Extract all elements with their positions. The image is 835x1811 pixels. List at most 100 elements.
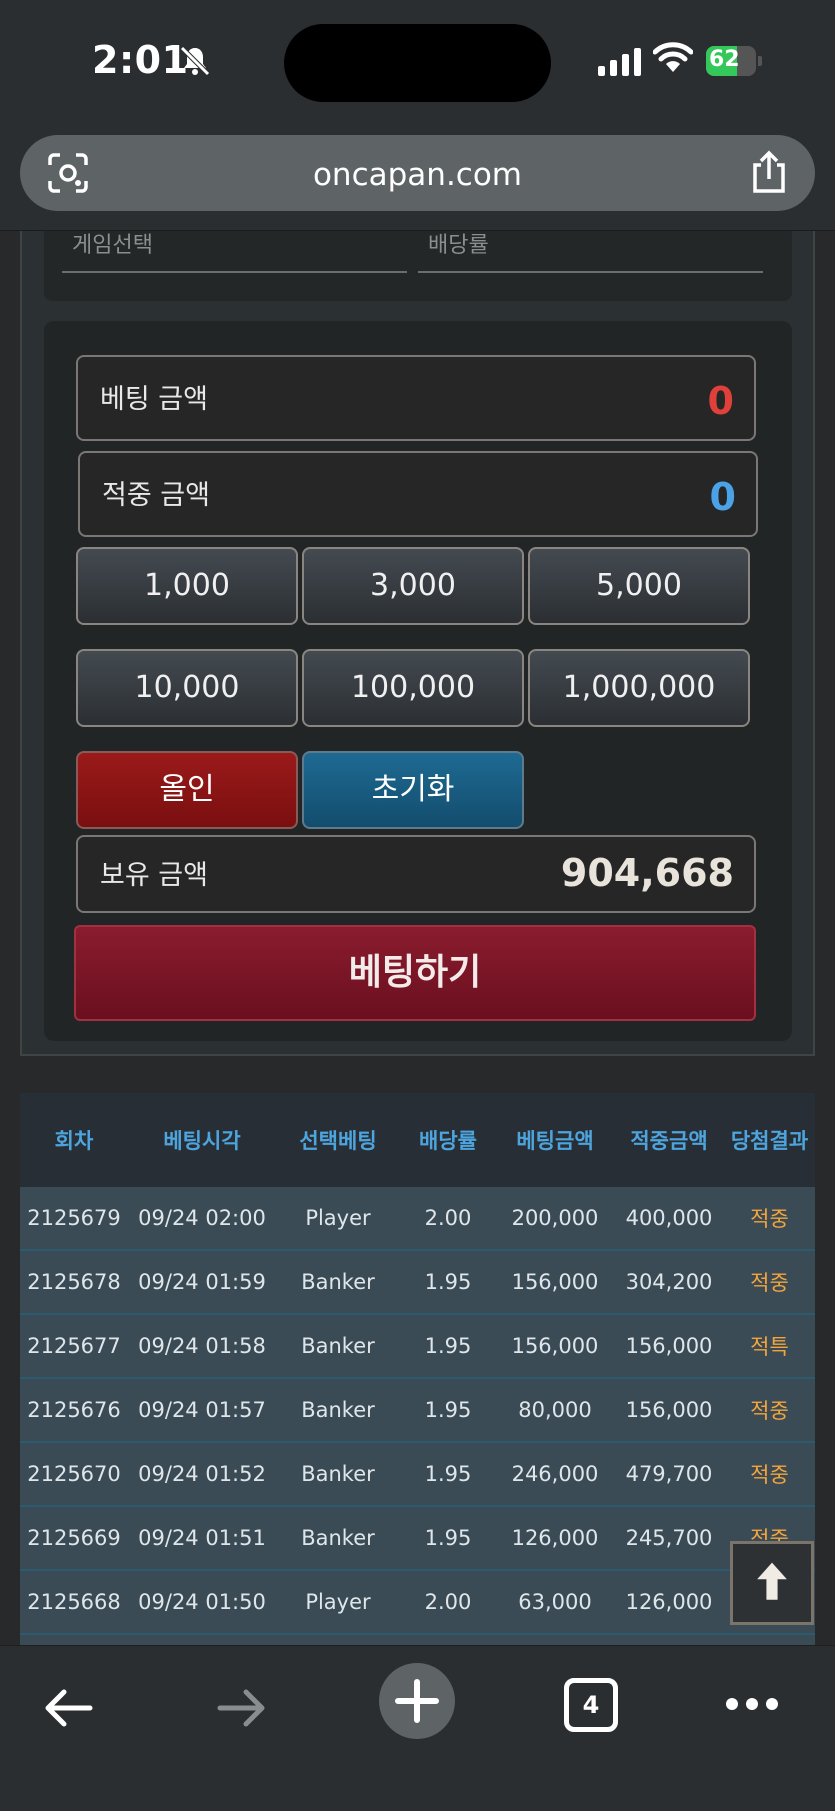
arrow-up-icon bbox=[757, 1562, 787, 1600]
browser-toolbar: 4 bbox=[0, 1645, 835, 1811]
back-icon[interactable] bbox=[40, 1686, 96, 1730]
cell-win-amount: 245,700 bbox=[625, 1526, 713, 1550]
betting-panel: 게임선택 배당률 베팅 금액 0 적중 금액 0 1,000 3,000 5,0… bbox=[20, 231, 815, 1056]
reset-button[interactable]: 초기화 bbox=[302, 751, 524, 829]
tabs-button[interactable]: 4 bbox=[564, 1678, 618, 1732]
cell-win-amount: 126,000 bbox=[625, 1590, 713, 1614]
cell-selection: Banker bbox=[301, 1398, 375, 1422]
cell-bet-amount: 156,000 bbox=[511, 1334, 599, 1358]
col-bet-time: 베팅시각 bbox=[163, 1129, 241, 1153]
cell-odds: 1.95 bbox=[424, 1526, 472, 1550]
cell-result: 적중 bbox=[750, 1463, 789, 1487]
address-bar[interactable]: oncapan.com bbox=[20, 135, 815, 211]
bet-slip: 베팅 금액 0 적중 금액 0 1,000 3,000 5,000 10,000… bbox=[44, 321, 792, 1041]
place-bet-button[interactable]: 베팅하기 bbox=[74, 925, 756, 1021]
cell-win-amount: 156,000 bbox=[625, 1334, 713, 1358]
cell-selection: Banker bbox=[301, 1526, 375, 1550]
cell-round: 2125668 bbox=[27, 1590, 121, 1614]
share-icon[interactable] bbox=[749, 149, 789, 195]
cell-selection: Banker bbox=[301, 1334, 375, 1358]
table-row: 2125676 09/24 01:57 Banker 1.95 80,000 156,00… bbox=[20, 1379, 815, 1443]
cell-round: 2125677 bbox=[27, 1334, 121, 1358]
cellular-signal-icon bbox=[598, 46, 641, 76]
odds-field[interactable]: 배당률 bbox=[418, 233, 763, 273]
cell-win-amount: 304,200 bbox=[625, 1270, 713, 1294]
win-amount-value: 0 bbox=[709, 475, 736, 519]
new-tab-icon[interactable] bbox=[378, 1662, 456, 1740]
col-selection: 선택베팅 bbox=[299, 1129, 377, 1153]
game-select-label: 게임선택 bbox=[72, 233, 153, 258]
balance-box: 보유 금액 904,668 bbox=[76, 835, 756, 913]
col-win-amount: 적중금액 bbox=[630, 1129, 708, 1153]
cell-odds: 1.95 bbox=[424, 1398, 472, 1422]
win-amount-label: 적중 금액 bbox=[102, 480, 210, 511]
cell-odds: 2.00 bbox=[424, 1206, 472, 1230]
cell-selection: Banker bbox=[301, 1462, 375, 1486]
browser-address-area: oncapan.com bbox=[0, 125, 835, 231]
win-amount-box: 적중 금액 0 bbox=[78, 451, 758, 537]
col-round: 회차 bbox=[54, 1129, 94, 1153]
cell-win-amount: 400,000 bbox=[625, 1206, 713, 1230]
bet-amount-box: 베팅 금액 0 bbox=[76, 355, 756, 441]
odds-label: 배당률 bbox=[428, 233, 489, 258]
cell-win-amount: 156,000 bbox=[625, 1398, 713, 1422]
cell-selection: Player bbox=[305, 1590, 371, 1614]
cell-bet-time: 09/24 01:57 bbox=[138, 1398, 266, 1422]
cell-bet-time: 09/24 02:00 bbox=[138, 1206, 266, 1230]
battery-icon: 62 bbox=[706, 46, 762, 76]
cell-bet-time: 09/24 01:52 bbox=[138, 1462, 266, 1486]
chip-button-5000[interactable]: 5,000 bbox=[528, 547, 750, 625]
cell-bet-amount: 63,000 bbox=[518, 1590, 592, 1614]
table-row: 2125679 09/24 02:00 Player 2.00 200,000 400,0… bbox=[20, 1187, 815, 1251]
table-row: 2125668 09/24 01:50 Player 2.00 63,000 126,00… bbox=[20, 1571, 815, 1635]
bet-history-table: 회차 베팅시각 선택베팅 배당률 베팅금액 적중금액 당첨결과 2125679 0… bbox=[20, 1093, 815, 1645]
battery-level: 62 bbox=[709, 47, 740, 72]
dynamic-island bbox=[284, 24, 551, 102]
col-odds: 배당률 bbox=[419, 1129, 477, 1153]
bet-amount-value: 0 bbox=[707, 379, 734, 423]
cell-win-amount: 479,700 bbox=[625, 1462, 713, 1486]
cell-bet-amount: 156,000 bbox=[511, 1270, 599, 1294]
cell-bet-time: 09/24 01:50 bbox=[138, 1590, 266, 1614]
chip-button-10000[interactable]: 10,000 bbox=[76, 649, 298, 727]
cell-bet-amount: 126,000 bbox=[511, 1526, 599, 1550]
scroll-to-top-button[interactable] bbox=[730, 1541, 814, 1625]
forward-icon[interactable] bbox=[214, 1686, 270, 1730]
cell-round: 2125679 bbox=[27, 1206, 121, 1230]
cell-odds: 2.00 bbox=[424, 1590, 472, 1614]
chip-button-1000000[interactable]: 1,000,000 bbox=[528, 649, 750, 727]
more-icon[interactable] bbox=[724, 1696, 780, 1712]
cell-odds: 1.95 bbox=[424, 1270, 472, 1294]
cell-result: 적특 bbox=[750, 1335, 789, 1359]
balance-value: 904,668 bbox=[560, 851, 734, 895]
chip-button-100000[interactable]: 100,000 bbox=[302, 649, 524, 727]
cell-result: 적중 bbox=[750, 1207, 789, 1231]
table-header: 회차 베팅시각 선택베팅 배당률 베팅금액 적중금액 당첨결과 bbox=[20, 1093, 815, 1187]
game-select-field[interactable]: 게임선택 bbox=[62, 233, 407, 273]
cell-bet-time: 09/24 01:51 bbox=[138, 1526, 266, 1550]
cell-bet-time: 09/24 01:59 bbox=[138, 1270, 266, 1294]
table-row: 2125669 09/24 01:51 Banker 1.95 126,000 245,7… bbox=[20, 1507, 815, 1571]
cell-round: 2125676 bbox=[27, 1398, 121, 1422]
cell-bet-amount: 80,000 bbox=[518, 1398, 592, 1422]
cell-round: 2125678 bbox=[27, 1270, 121, 1294]
chip-button-3000[interactable]: 3,000 bbox=[302, 547, 524, 625]
cell-selection: Banker bbox=[301, 1270, 375, 1294]
cell-bet-amount: 200,000 bbox=[511, 1206, 599, 1230]
url-text: oncapan.com bbox=[312, 157, 523, 193]
cell-result: 적중 bbox=[750, 1271, 789, 1295]
clock: 2:01 bbox=[92, 38, 189, 82]
chip-button-1000[interactable]: 1,000 bbox=[76, 547, 298, 625]
cell-round: 2125669 bbox=[27, 1526, 121, 1550]
all-in-button[interactable]: 올인 bbox=[76, 751, 298, 829]
wifi-icon bbox=[653, 42, 693, 72]
cell-odds: 1.95 bbox=[424, 1334, 472, 1358]
game-selection-box: 게임선택 배당률 bbox=[44, 231, 792, 301]
balance-label: 보유 금액 bbox=[100, 860, 208, 891]
bet-amount-label: 베팅 금액 bbox=[100, 384, 208, 415]
tab-count: 4 bbox=[582, 1691, 600, 1719]
cell-result: 적중 bbox=[750, 1399, 789, 1423]
cell-bet-time: 09/24 01:58 bbox=[138, 1334, 266, 1358]
table-row: 212566709/24 01:49Banker1.9563,00063,000… bbox=[20, 1635, 815, 1645]
cell-round: 2125670 bbox=[27, 1462, 121, 1486]
